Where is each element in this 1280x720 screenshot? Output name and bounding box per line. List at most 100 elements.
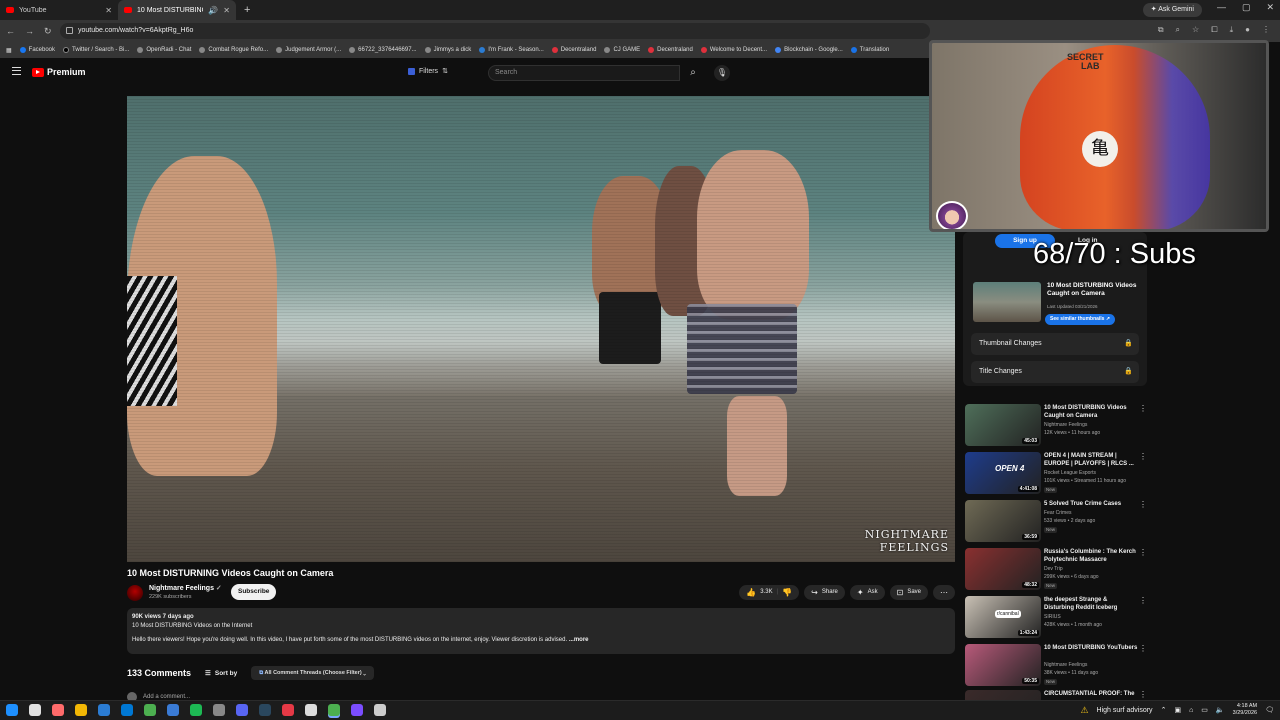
- recommended-channel[interactable]: Nightmare Feelings: [1044, 662, 1087, 669]
- taskbar-app-icon[interactable]: [98, 704, 110, 716]
- more-link[interactable]: ...more: [569, 637, 589, 643]
- microphone-icon[interactable]: 🎙: [714, 65, 730, 81]
- taskbar-app-icon[interactable]: [328, 704, 340, 716]
- search-icon[interactable]: ⌕: [680, 65, 706, 81]
- tab-current-video[interactable]: 10 Most DISTURBING Vide 🔊 ✕: [118, 0, 236, 20]
- search-input[interactable]: Search: [488, 65, 680, 81]
- volume-icon[interactable]: 🔈: [1216, 706, 1225, 714]
- forward-icon[interactable]: →: [25, 26, 34, 36]
- recommended-title[interactable]: 10 Most DISTURBING YouTubers: [1044, 644, 1138, 652]
- close-tab-icon[interactable]: ✕: [223, 6, 230, 15]
- recommended-title[interactable]: Russia's Columbine : The Kerch Polytechn…: [1044, 548, 1138, 564]
- bookmark-item[interactable]: Combat Rogue Refo...: [199, 47, 268, 53]
- thumbnail-changes-row[interactable]: Thumbnail Changes 🔒: [971, 333, 1139, 355]
- recommended-video[interactable]: r/cannibal 1:43:24 the deepest Strange & D…: [963, 596, 1163, 640]
- new-tab-button[interactable]: +: [236, 0, 258, 20]
- see-similar-thumbnails-button[interactable]: See similar thumbnails ↗: [1045, 314, 1116, 325]
- close-tab-icon[interactable]: ✕: [105, 6, 112, 15]
- recommended-thumbnail[interactable]: 45:03: [965, 404, 1041, 446]
- recommended-video[interactable]: 48:32 Russia's Columbine : The Kerch Poly…: [963, 548, 1163, 592]
- description-box[interactable]: 90K views 7 days ago 10 Most DISTURBING …: [127, 608, 955, 654]
- taskbar-app-icon[interactable]: [52, 704, 64, 716]
- back-icon[interactable]: ←: [6, 26, 15, 36]
- more-options-icon[interactable]: ⋮: [1139, 690, 1147, 699]
- recommended-title[interactable]: CIRCUMSTANTIAL PROOF: The: [1044, 690, 1138, 698]
- title-changes-row[interactable]: Title Changes 🔒: [971, 361, 1139, 383]
- youtube-logo[interactable]: Premium: [32, 67, 86, 77]
- speaker-icon[interactable]: 🔊: [208, 6, 218, 15]
- reload-icon[interactable]: ↻: [44, 26, 52, 37]
- filters-button[interactable]: Filters ⇅: [408, 67, 448, 75]
- bookmark-item[interactable]: CJ GAME: [604, 47, 640, 53]
- zoom-icon[interactable]: ⌕: [1176, 25, 1180, 35]
- more-options-icon[interactable]: ⋮: [1139, 404, 1147, 413]
- clock[interactable]: 4:18 AM 3/29/2026: [1233, 703, 1257, 717]
- network-icon[interactable]: ⌂: [1189, 707, 1193, 714]
- taskbar-app-icon[interactable]: [190, 704, 202, 716]
- taskbar-app-icon[interactable]: [351, 704, 363, 716]
- bookmark-item[interactable]: Welcome to Decent...: [700, 47, 767, 53]
- bookmark-item[interactable]: Blockchain - Google...: [775, 47, 843, 53]
- taskbar-app-icon[interactable]: [213, 704, 225, 716]
- taskbar-app-icon[interactable]: [75, 704, 87, 716]
- recommended-video[interactable]: 45:03 10 Most DISTURBING Videos Caught on…: [963, 404, 1163, 448]
- ask-button[interactable]: ✦ Ask: [849, 585, 885, 600]
- channel-name[interactable]: Nightmare Feelings ✓: [149, 584, 222, 592]
- battery-icon[interactable]: ▭: [1201, 706, 1208, 714]
- sort-by-button[interactable]: ☰ Sort by: [205, 669, 237, 678]
- bookmark-item[interactable]: Judgement Armor (...: [276, 47, 341, 53]
- tray-app-icon[interactable]: ▣: [1174, 706, 1181, 714]
- recommended-video[interactable]: 50:35 10 Most DISTURBING YouTubers Nightma…: [963, 644, 1163, 688]
- taskbar-app-icon[interactable]: [144, 704, 156, 716]
- recommended-channel[interactable]: Dev Trip: [1044, 566, 1063, 573]
- recommended-video[interactable]: OPEN 4 4:41:08 OPEN 4 | MAIN STREAM | EURO…: [963, 452, 1163, 496]
- bookmark-item[interactable]: Decentraland: [648, 47, 693, 53]
- weather-warning-icon[interactable]: ⚠: [1080, 705, 1088, 716]
- bookmark-item[interactable]: OpenRadi - Chat: [137, 47, 191, 53]
- downloads-icon[interactable]: ⤓: [1230, 25, 1234, 35]
- recommended-title[interactable]: the deepest Strange & Disturbing Reddit …: [1044, 596, 1138, 612]
- tab-youtube[interactable]: YouTube ✕: [0, 0, 118, 20]
- more-options-icon[interactable]: ⋮: [1139, 644, 1147, 653]
- url-bar[interactable]: youtube.com/watch?v=6AkptRg_H6o: [60, 23, 930, 39]
- more-actions-button[interactable]: ⋯: [933, 585, 955, 600]
- ask-gemini-button[interactable]: ✦ Ask Gemini: [1142, 3, 1202, 17]
- recommended-thumbnail[interactable]: r/cannibal 1:43:24: [965, 596, 1041, 638]
- taskbar-app-icon[interactable]: [259, 704, 271, 716]
- bookmark-item[interactable]: Translation: [850, 47, 889, 53]
- bookmark-item[interactable]: Facebook: [19, 47, 55, 53]
- comment-thread-filter[interactable]: ⧉ All Comment Threads (Choose Filter) ⌄: [251, 666, 374, 680]
- taskbar-app-icon[interactable]: [305, 704, 317, 716]
- taskbar-app-icon[interactable]: [236, 704, 248, 716]
- more-options-icon[interactable]: ⋮: [1139, 548, 1147, 557]
- maximize-icon[interactable]: ▢: [1242, 2, 1251, 13]
- recommended-channel[interactable]: Nightmare Feelings: [1044, 422, 1087, 429]
- recommended-thumbnail[interactable]: 50:35: [965, 644, 1041, 686]
- thumbs-down-icon[interactable]: 👎: [782, 585, 792, 600]
- menu-kebab-icon[interactable]: ⋮: [1262, 25, 1270, 35]
- more-options-icon[interactable]: ⋮: [1139, 452, 1147, 461]
- bookmark-star-icon[interactable]: ☆: [1192, 25, 1199, 35]
- recommended-channel[interactable]: Rocket League Esports: [1044, 470, 1096, 477]
- video-player[interactable]: NIGHTMARE FEELINGS: [127, 96, 955, 562]
- bookmark-item[interactable]: I'm Frank - Season...: [479, 47, 544, 53]
- recommended-title[interactable]: 10 Most DISTURBING Videos Caught on Came…: [1044, 404, 1138, 420]
- taskbar-app-icon[interactable]: [167, 704, 179, 716]
- recommended-thumbnail[interactable]: 48:32: [965, 548, 1041, 590]
- cast-icon[interactable]: ⧉: [1158, 25, 1164, 35]
- tray-chevron-icon[interactable]: ⌃: [1161, 706, 1167, 714]
- more-options-icon[interactable]: ⋮: [1139, 596, 1147, 605]
- profile-avatar[interactable]: ●: [1245, 25, 1250, 35]
- notification-icon[interactable]: 🗨: [1265, 706, 1274, 714]
- channel-avatar[interactable]: [127, 585, 143, 601]
- hamburger-menu-icon[interactable]: [12, 67, 21, 75]
- save-button[interactable]: ⊡ Save: [889, 585, 928, 600]
- extensions-icon[interactable]: ⧠: [1211, 25, 1217, 35]
- recommended-thumbnail[interactable]: 36:59: [965, 500, 1041, 542]
- apps-grid-icon[interactable]: ▦: [6, 47, 12, 54]
- bookmark-item[interactable]: Decentraland: [551, 47, 596, 53]
- more-options-icon[interactable]: ⋮: [1139, 500, 1147, 509]
- share-button[interactable]: ↪ Share: [804, 585, 845, 600]
- taskbar-app-icon[interactable]: [374, 704, 386, 716]
- site-info-icon[interactable]: [66, 27, 73, 34]
